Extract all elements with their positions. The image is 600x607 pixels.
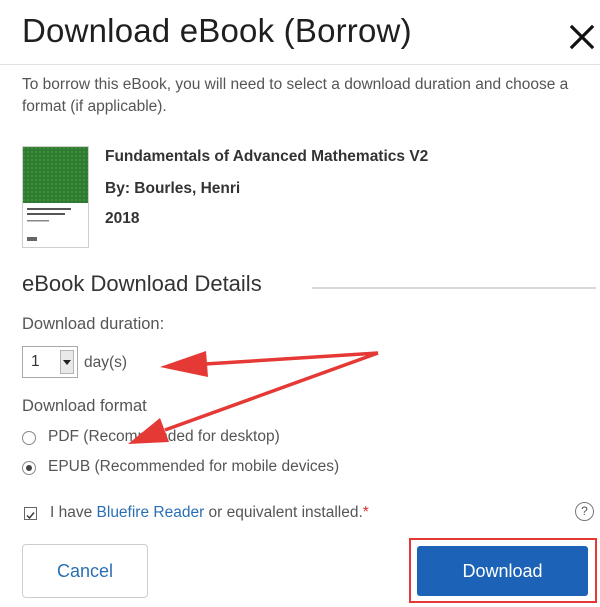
required-mark: * xyxy=(362,504,369,521)
book-cover xyxy=(22,146,89,248)
format-label: Download format xyxy=(22,397,147,415)
reader-confirm-label: I have Bluefire Reader or equivalent ins… xyxy=(50,504,369,522)
annotation-arrow-line xyxy=(204,351,379,366)
close-icon xyxy=(569,24,595,50)
duration-label: Download duration: xyxy=(22,315,165,333)
download-button[interactable]: Download xyxy=(417,546,588,596)
radio-pdf[interactable] xyxy=(22,431,36,445)
chevron-down-icon xyxy=(63,360,71,365)
title-divider xyxy=(0,64,600,65)
help-icon[interactable]: ? xyxy=(575,502,594,521)
cancel-button[interactable]: Cancel xyxy=(22,544,148,598)
section-heading: eBook Download Details xyxy=(22,271,272,297)
duration-unit: day(s) xyxy=(84,354,128,371)
duration-select[interactable]: 1 xyxy=(22,346,78,378)
radio-epub[interactable] xyxy=(22,461,36,475)
confirm-suffix: or equivalent installed. xyxy=(204,504,363,521)
duration-value: 1 xyxy=(31,353,40,370)
book-cover-image xyxy=(23,147,88,241)
dialog-title: Download eBook (Borrow) xyxy=(22,12,412,49)
book-title: Fundamentals of Advanced Mathematics V2 xyxy=(105,148,429,165)
book-author: By: Bourles, Henri xyxy=(105,180,241,197)
radio-pdf-label: PDF (Recommended for desktop) xyxy=(48,428,280,445)
confirm-prefix: I have xyxy=(50,504,97,521)
radio-epub-label: EPUB (Recommended for mobile devices) xyxy=(48,458,340,475)
checkmark-icon xyxy=(26,512,35,520)
radio-selected-dot xyxy=(26,465,32,471)
intro-text: To borrow this eBook, you will need to s… xyxy=(22,76,569,115)
reader-confirm-checkbox[interactable] xyxy=(24,507,37,520)
bluefire-reader-link[interactable]: Bluefire Reader xyxy=(97,504,205,521)
close-button[interactable] xyxy=(567,22,597,52)
annotation-arrow-line xyxy=(164,351,379,432)
download-ebook-dialog: Download eBook (Borrow) To borrow this e… xyxy=(0,0,600,607)
section-divider xyxy=(312,287,596,289)
select-arrow-button[interactable] xyxy=(60,350,74,374)
book-year: 2018 xyxy=(105,210,140,227)
annotation-arrowhead xyxy=(160,351,208,377)
